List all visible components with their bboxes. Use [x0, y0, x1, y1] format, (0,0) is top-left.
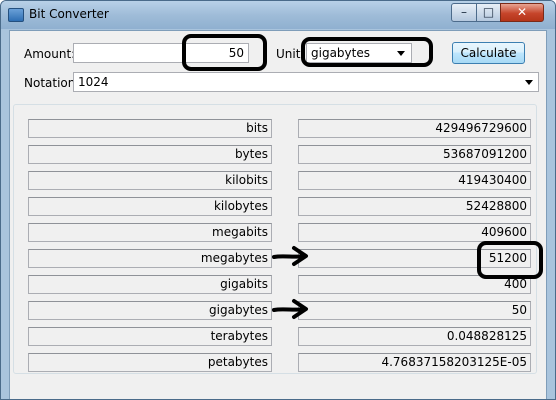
result-unit-label: petabytes: [28, 353, 272, 372]
maximize-button[interactable]: □: [476, 3, 501, 22]
result-value: 50: [298, 301, 531, 320]
result-unit-label: bytes: [28, 145, 272, 164]
result-unit-label: gigabytes: [28, 301, 272, 320]
app-icon: [8, 8, 24, 22]
result-value: 409600: [298, 223, 531, 242]
annotation-arrow-megabytes: [272, 246, 308, 266]
minimize-button[interactable]: –: [451, 3, 477, 22]
result-value: 419430400: [298, 171, 531, 190]
annotation-circle-unit: [301, 37, 433, 67]
notation-select-value: 1024: [78, 75, 109, 89]
result-unit-label: megabytes: [28, 249, 272, 268]
result-value: 0.048828125: [298, 327, 531, 346]
result-value: 4.76837158203125E-05: [298, 353, 531, 372]
title-bar[interactable]: Bit Converter – □ ✕: [1, 1, 555, 29]
client-area: Amount: 50 Unit: gigabytes Calculate Not…: [9, 30, 547, 399]
result-value: 52428800: [298, 197, 531, 216]
result-unit-label: terabytes: [28, 327, 272, 346]
results-panel: bits 429496729600 bytes 53687091200 kilobits…: [13, 104, 537, 374]
chevron-down-icon: [525, 80, 533, 85]
notation-select[interactable]: 1024: [73, 72, 539, 92]
annotation-circle-megabytes: [477, 241, 543, 279]
annotation-arrow-gigabytes: [272, 299, 308, 319]
result-unit-label: gigabits: [28, 275, 272, 294]
amount-label: Amount:: [24, 47, 76, 61]
window-title: Bit Converter: [29, 7, 109, 21]
app-window: Bit Converter – □ ✕ Amount: 50 Unit: gig…: [0, 0, 556, 400]
annotation-circle-amount: [182, 34, 267, 71]
result-unit-label: megabits: [28, 223, 272, 242]
calculate-button[interactable]: Calculate: [452, 42, 525, 64]
close-button[interactable]: ✕: [500, 3, 544, 22]
result-unit-label: bits: [28, 119, 272, 138]
result-value: 53687091200: [298, 145, 531, 164]
result-value: 429496729600: [298, 119, 531, 138]
result-unit-label: kilobytes: [28, 197, 272, 216]
notation-label: Notation:: [24, 76, 80, 90]
result-unit-label: kilobits: [28, 171, 272, 190]
